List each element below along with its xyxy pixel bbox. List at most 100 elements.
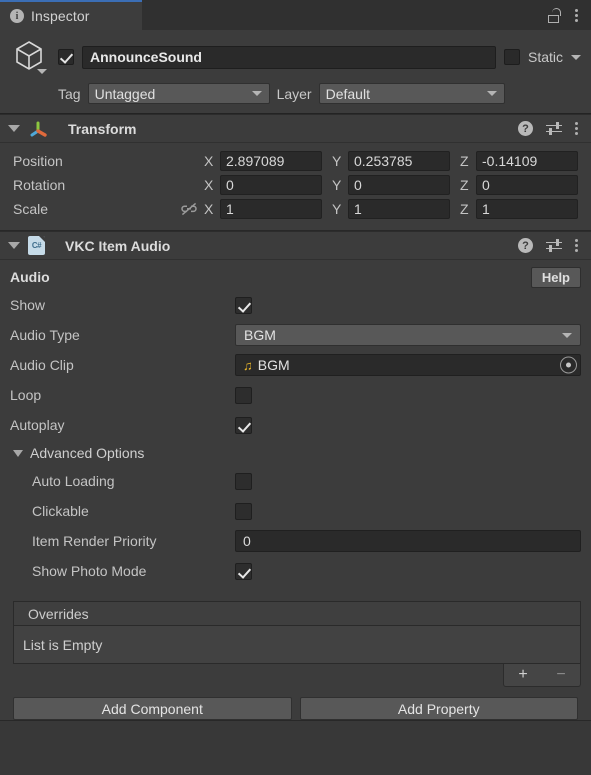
autoplay-label: Autoplay [10,417,65,433]
show-checkbox[interactable] [235,296,252,314]
add-property-button[interactable]: Add Property [299,697,578,720]
row-autoplay: Autoplay [10,410,581,440]
lock-open-icon[interactable] [548,7,561,23]
add-component-button[interactable]: Add Component [13,697,292,720]
axis-label-y: Y [332,153,342,169]
transform-header[interactable]: Transform ? [0,115,591,143]
csharp-script-icon: C# [28,236,45,255]
row-show: Show [10,290,581,320]
axis-label-z: Z [460,153,469,169]
gameobject-tag-layer-row: Tag Untagged Layer Default [10,83,581,104]
vkc-item-audio-body: Audio Help Show Audio Type BGM Audio Cli… [0,260,591,594]
static-dropdown-chevron-icon[interactable] [571,54,581,60]
loop-label: Loop [10,387,42,403]
info-icon: i [10,9,24,23]
show-photo-mode-label: Show Photo Mode [32,563,147,579]
help-button[interactable]: Help [530,266,581,288]
layer-label: Layer [276,85,312,102]
position-y-input[interactable]: 0.253785 [348,151,450,171]
rotation-y-input[interactable]: 0 [348,175,450,195]
chevron-down-icon [37,69,47,74]
scale-y-input[interactable]: 1 [348,199,450,219]
rotation-z-input[interactable]: 0 [476,175,578,195]
gameobject-enabled-checkbox[interactable] [58,49,74,65]
audio-clip-object-field[interactable]: ♫ BGM [235,354,581,376]
tag-value: Untagged [94,85,156,102]
advanced-options-foldout[interactable]: Advanced Options [10,440,581,466]
transform-row-position: Position X 2.897089 Y 0.253785 Z -0.1410… [13,149,578,173]
audio-type-value: BGM [244,327,276,343]
tab-inspector-label: Inspector [31,8,90,24]
rotation-x-input[interactable]: 0 [220,175,322,195]
row-audio-clip: Audio Clip ♫ BGM [10,350,581,380]
auto-loading-label: Auto Loading [32,473,115,489]
audio-section-header: Audio Help [10,264,581,290]
show-photo-mode-checkbox[interactable] [235,562,252,580]
row-auto-loading: Auto Loading [10,466,581,496]
item-render-priority-input[interactable]: 0 [235,530,581,552]
audio-type-label: Audio Type [10,327,80,343]
tab-inspector[interactable]: i Inspector [0,0,142,30]
chevron-down-icon [562,332,572,338]
position-z-input[interactable]: -0.14109 [476,151,578,171]
foldout-triangle-icon[interactable] [8,125,20,132]
chevron-down-icon [486,91,497,96]
tag-label: Tag [58,85,81,102]
scale-z-input[interactable]: 1 [476,199,578,219]
advanced-options-label: Advanced Options [30,445,145,461]
foldout-triangle-icon[interactable] [8,242,20,249]
axis-label-z: Z [460,201,469,217]
foldout-triangle-icon [13,449,23,457]
scale-x-input[interactable]: 1 [220,199,322,219]
position-label: Position [13,153,63,169]
axis-label-y: Y [332,177,342,193]
preset-settings-icon[interactable] [546,121,562,136]
constrain-proportions-off-icon[interactable] [178,202,200,216]
vkc-item-audio-title: VKC Item Audio [65,237,171,254]
axis-label-x: X [204,201,214,217]
preset-settings-icon[interactable] [546,238,562,253]
component-vkc-item-audio: C# VKC Item Audio ? Audio Help Show Audi… [0,231,591,721]
autoplay-checkbox[interactable] [235,416,252,434]
kebab-menu-icon[interactable] [575,8,578,22]
audio-type-dropdown[interactable]: BGM [235,324,581,346]
transform-body: Position X 2.897089 Y 0.253785 Z -0.1410… [0,143,591,230]
remove-override-button[interactable]: − [542,664,580,686]
vkc-item-audio-header[interactable]: C# VKC Item Audio ? [0,232,591,260]
help-icon[interactable]: ? [518,238,533,253]
row-show-photo-mode: Show Photo Mode [10,556,581,586]
overrides-list-footer: + − [0,664,581,687]
object-picker-icon[interactable] [560,356,577,374]
gameobject-name-input[interactable]: AnnounceSound [82,45,496,69]
row-clickable: Clickable [10,496,581,526]
axis-label-y: Y [332,201,342,217]
overrides-list-header[interactable]: Overrides [13,601,581,626]
static-checkbox[interactable] [503,49,520,65]
auto-loading-checkbox[interactable] [235,472,252,490]
row-item-render-priority: Item Render Priority 0 [10,526,581,556]
overrides-list: Overrides List is Empty [13,601,581,664]
tag-dropdown[interactable]: Untagged [87,83,270,104]
add-override-button[interactable]: + [504,664,542,686]
transform-tools: ? [518,121,578,136]
clickable-checkbox[interactable] [235,502,252,520]
loop-checkbox[interactable] [235,386,252,404]
item-render-priority-label: Item Render Priority [32,533,157,549]
audio-clip-label: Audio Clip [10,357,74,373]
show-label: Show [10,297,46,313]
layer-dropdown[interactable]: Default [318,83,505,104]
transform-row-scale: Scale X 1 Y 1 Z 1 [13,197,578,221]
kebab-menu-icon[interactable] [575,239,578,252]
axis-label-x: X [204,153,214,169]
help-icon[interactable]: ? [518,121,533,136]
music-note-icon: ♫ [243,357,253,373]
inspector-window: i Inspector AnnounceSound Static Tag Unt… [0,0,591,775]
scale-label: Scale [13,201,49,217]
axis-label-x: X [204,177,214,193]
tab-bar-controls [548,0,591,30]
layer-value: Default [325,85,370,102]
position-x-input[interactable]: 2.897089 [220,151,322,171]
gameobject-header: AnnounceSound Static Tag Untagged Layer … [0,30,591,114]
kebab-menu-icon[interactable] [575,122,578,135]
cube-icon[interactable] [10,38,50,76]
